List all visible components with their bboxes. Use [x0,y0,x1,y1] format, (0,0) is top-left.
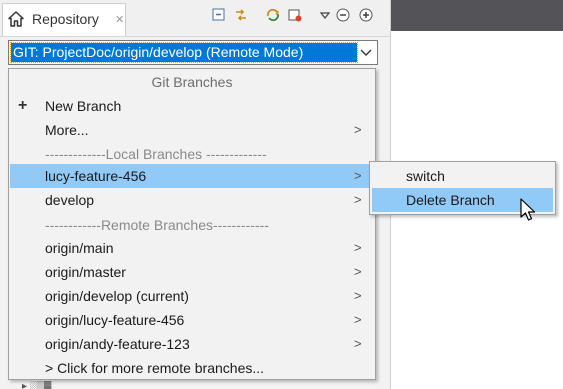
menu-item-local-branch[interactable]: lucy-feature-456 > [10,164,374,188]
menu-item-remote-branch[interactable]: origin/main > [10,236,374,260]
menu-item-remote-branch[interactable]: origin/andy-feature-123 > [10,332,374,356]
mouse-cursor-icon [519,198,539,224]
repository-settings-icon[interactable] [286,6,304,24]
menu-item-label: origin/develop (current) [45,288,189,304]
view-tab-bar: Repository ✕ [0,0,390,37]
menu-item-label: More... [45,122,89,138]
menu-item-more[interactable]: More... > [10,118,374,142]
menu-item-label: origin/main [45,240,114,256]
chevron-right-icon: > [354,192,362,207]
tab-repository[interactable]: Repository ✕ [2,3,126,36]
link-editor-icon[interactable] [232,6,250,24]
chevron-right-icon: > [354,336,362,351]
chevron-right-icon: > [354,168,362,183]
branch-dropdown-menu: Git Branches + New Branch More... > ----… [8,68,376,380]
chevron-down-icon[interactable] [357,43,375,62]
maximize-icon[interactable] [357,6,375,24]
menu-item-label: develop [45,192,95,208]
menu-item-remote-branch[interactable]: origin/master > [10,260,374,284]
chevron-right-icon: > [354,312,362,327]
menu-item-more-remote[interactable]: > Click for more remote branches... [10,356,374,380]
home-icon [8,11,24,27]
menu-header: Git Branches [10,70,374,94]
menu-item-label: lucy-feature-456 [45,168,147,184]
menu-item-label: origin/lucy-feature-456 [45,312,185,328]
branch-combo-value[interactable]: GIT: ProjectDoc/origin/develop (Remote M… [10,42,358,63]
separator-label: -------------Local Branches ------------… [45,146,267,162]
menu-item-label: New Branch [45,98,122,114]
menu-item-remote-branch[interactable]: origin/develop (current) > [10,284,374,308]
submenu-item-label: switch [406,168,445,184]
collapse-all-icon[interactable] [210,6,228,24]
hidden-tree-item: ▸ ░▒▓ [22,381,52,389]
chevron-right-icon: > [354,122,362,137]
submenu-item-switch[interactable]: switch [372,164,553,188]
minimize-icon[interactable] [334,6,352,24]
menu-item-remote-branch[interactable]: origin/lucy-feature-456 > [10,308,374,332]
menu-item-local-branch[interactable]: develop > [10,188,374,212]
separator-label: ------------Remote Branches------------ [45,217,269,233]
branch-combo[interactable]: GIT: ProjectDoc/origin/develop (Remote M… [8,40,378,65]
chevron-right-icon: > [354,264,362,279]
menu-item-label: origin/andy-feature-123 [45,336,190,352]
submenu-item-label: Delete Branch [406,192,495,208]
menu-item-new-branch[interactable]: + New Branch [10,94,374,118]
local-branches-separator: -------------Local Branches ------------… [10,142,374,166]
chevron-right-icon: > [354,240,362,255]
chevron-right-icon: > [354,288,362,303]
close-icon[interactable]: ✕ [115,13,124,26]
menu-item-label: > Click for more remote branches... [45,360,265,376]
remote-branches-separator: ------------Remote Branches------------ [10,213,374,237]
view-menu-icon[interactable] [316,6,334,24]
tab-label: Repository [32,11,99,27]
menu-item-label: origin/master [45,264,126,280]
menu-header-label: Git Branches [151,74,233,90]
plus-icon: + [18,97,28,114]
refresh-icon[interactable] [264,6,282,24]
editor-header [391,0,563,31]
